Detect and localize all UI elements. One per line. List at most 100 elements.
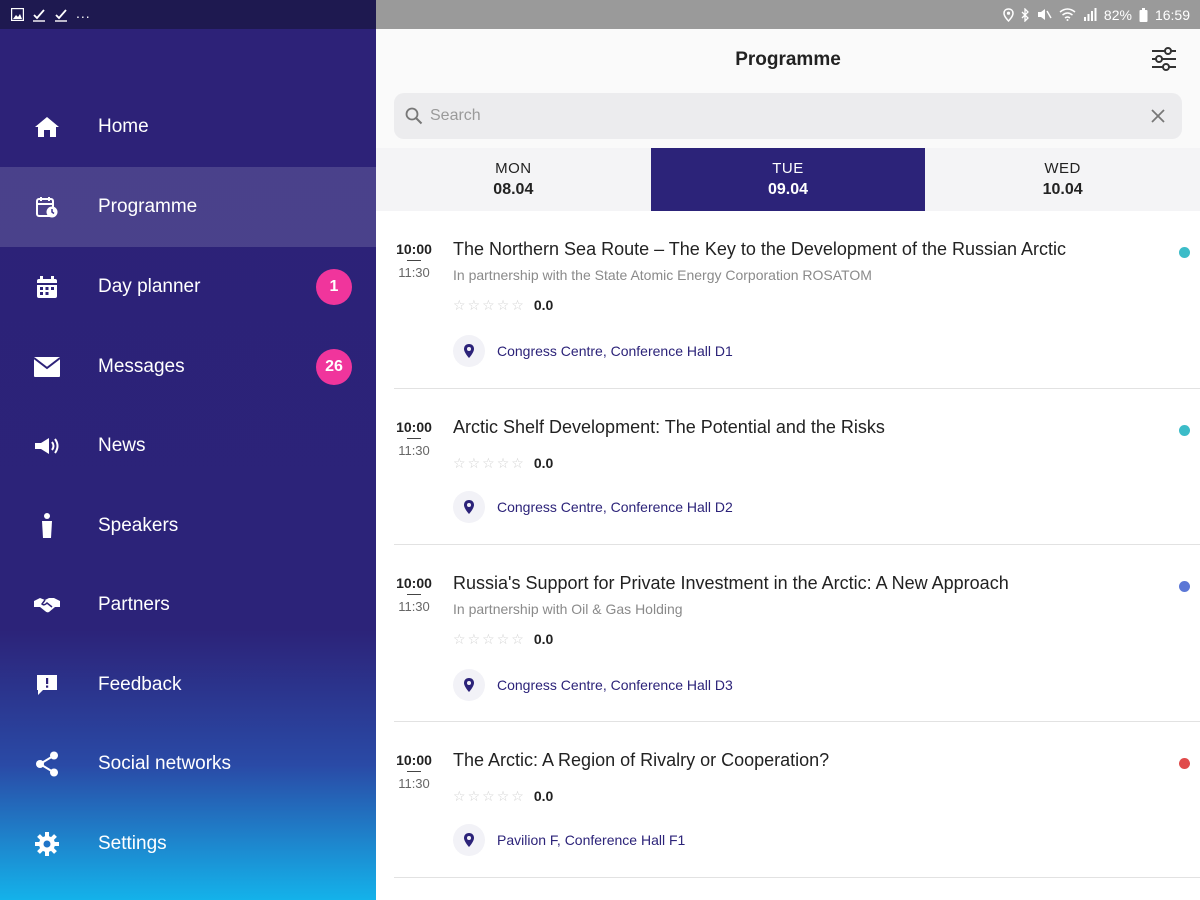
search-icon: [405, 107, 423, 130]
location-text: Congress Centre, Conference Hall D2: [497, 499, 733, 515]
filter-button[interactable]: [1148, 43, 1180, 75]
session-category-dot: [1179, 758, 1190, 769]
tab-day-date: 10.04: [1042, 181, 1083, 198]
session-category-dot: [1179, 581, 1190, 592]
session-item[interactable]: 10:00 11:30 The Northern Sea Route – The…: [394, 211, 1200, 389]
tab-day-mon[interactable]: MON 08.04: [376, 148, 651, 211]
session-item[interactable]: 10:00 11:30 Arctic Shelf Development: Th…: [394, 389, 1200, 545]
battery-percent: 82%: [1103, 6, 1132, 23]
time-separator: [407, 594, 421, 595]
sidebar-item-partners[interactable]: Partners: [0, 565, 376, 645]
main-panel: 82% 16:59 Programme Search MON 08.04 TUE…: [376, 0, 1200, 900]
star-icon: ☆: [496, 788, 510, 804]
envelope-icon: [33, 353, 61, 381]
star-icon: ☆: [511, 297, 524, 313]
microphone-icon: [33, 512, 61, 540]
session-location[interactable]: Pavilion F, Conference Hall F1: [453, 824, 685, 856]
sidebar-item-social-networks[interactable]: Social networks: [0, 724, 376, 804]
session-title: Arctic Shelf Development: The Potential …: [453, 417, 885, 437]
session-list: 10:00 11:30 The Northern Sea Route – The…: [376, 211, 1200, 878]
task-done-icon: [32, 8, 46, 22]
location-text: Congress Centre, Conference Hall D3: [497, 677, 733, 693]
session-rating: ☆ ☆ ☆ ☆ ☆ 0.0: [453, 788, 553, 804]
session-start: 10:00: [396, 752, 432, 768]
rating-value: 0.0: [533, 455, 554, 471]
sidebar-item-feedback[interactable]: Feedback: [0, 645, 376, 725]
sidebar-item-news[interactable]: News: [0, 406, 376, 486]
session-time: 10:00 11:30: [394, 575, 434, 614]
sidebar-item-home[interactable]: Home: [0, 87, 376, 167]
session-rating: ☆ ☆ ☆ ☆ ☆ 0.0: [453, 297, 553, 313]
star-icon: ☆: [482, 788, 495, 804]
session-title: The Arctic: A Region of Rivalry or Coope…: [453, 750, 830, 770]
sidebar-item-speakers[interactable]: Speakers: [0, 486, 376, 566]
session-category-dot: [1179, 425, 1190, 436]
star-icon: ☆: [511, 631, 524, 647]
star-icon: ☆: [467, 631, 481, 647]
tab-day-date: 08.04: [493, 181, 534, 198]
feedback-icon: [33, 671, 61, 699]
session-time: 10:00 11:30: [394, 419, 434, 458]
location-text: Congress Centre, Conference Hall D1: [497, 343, 733, 359]
star-icon: ☆: [467, 455, 481, 471]
sidebar-item-label: Programme: [98, 196, 198, 217]
session-start: 10:00: [396, 575, 432, 591]
session-end: 11:30: [398, 599, 430, 614]
gear-icon: [33, 830, 61, 858]
close-icon: [1151, 109, 1165, 123]
tab-day-date: 09.04: [767, 181, 808, 198]
session-title: The Northern Sea Route – The Key to the …: [453, 239, 1067, 259]
location-icon: [1003, 7, 1014, 22]
messages-badge: 26: [316, 349, 352, 385]
sidebar-item-label: Settings: [98, 833, 167, 854]
session-start: 10:00: [396, 241, 432, 257]
calendar-icon: [33, 273, 61, 301]
star-icon: ☆: [496, 297, 510, 313]
time-separator: [407, 771, 421, 772]
session-subtitle: In partnership with the State Atomic Ene…: [453, 267, 872, 283]
star-icon: ☆: [453, 455, 466, 471]
tab-day-name: MON: [495, 160, 532, 177]
wifi-icon: [1059, 8, 1076, 21]
session-item[interactable]: 10:00 11:30 Russia's Support for Private…: [394, 545, 1200, 722]
session-end: 11:30: [398, 265, 430, 280]
star-icon: ☆: [453, 631, 466, 647]
star-icon: ☆: [482, 297, 495, 313]
image-icon: [10, 8, 24, 22]
tab-day-wed[interactable]: WED 10.04: [925, 148, 1200, 211]
star-icon: ☆: [496, 455, 510, 471]
rating-value: 0.0: [533, 631, 554, 647]
bluetooth-icon: [1021, 7, 1030, 22]
battery-icon: [1139, 7, 1148, 22]
sidebar-item-settings[interactable]: Settings: [0, 804, 376, 884]
session-location[interactable]: Congress Centre, Conference Hall D1: [453, 335, 733, 367]
sidebar-item-day-planner[interactable]: Day planner 1: [0, 247, 376, 327]
sidebar-item-label: News: [98, 435, 146, 456]
session-item[interactable]: 10:00 11:30 The Arctic: A Region of Riva…: [394, 722, 1200, 878]
task-done-icon: [54, 8, 68, 22]
status-bar: 82% 16:59: [376, 0, 1200, 29]
location-pin-icon: [453, 824, 485, 856]
search-input[interactable]: [430, 93, 1130, 139]
session-category-dot: [1179, 247, 1190, 258]
clear-search-button[interactable]: [1148, 106, 1168, 126]
session-rating: ☆ ☆ ☆ ☆ ☆ 0.0: [453, 631, 553, 647]
star-icon: ☆: [511, 455, 524, 471]
day-tabs: MON 08.04 TUE 09.04 WED 10.04: [376, 148, 1200, 211]
session-location[interactable]: Congress Centre, Conference Hall D3: [453, 669, 733, 701]
session-location[interactable]: Congress Centre, Conference Hall D2: [453, 491, 733, 523]
time-separator: [407, 260, 421, 261]
clock: 16:59: [1154, 6, 1190, 23]
tab-day-name: WED: [1044, 160, 1081, 177]
rating-value: 0.0: [533, 297, 554, 313]
sidebar-item-messages[interactable]: Messages 26: [0, 327, 376, 407]
signal-icon: [1083, 8, 1097, 21]
search-box[interactable]: [394, 93, 1182, 139]
tab-day-tue[interactable]: TUE 09.04: [650, 148, 926, 211]
sidebar-item-label: Feedback: [98, 674, 182, 695]
sidebar-item-programme[interactable]: Programme: [0, 167, 376, 247]
session-end: 11:30: [398, 776, 430, 791]
day-planner-badge: 1: [316, 269, 352, 305]
share-icon: [33, 750, 61, 778]
session-rating: ☆ ☆ ☆ ☆ ☆ 0.0: [453, 455, 553, 471]
